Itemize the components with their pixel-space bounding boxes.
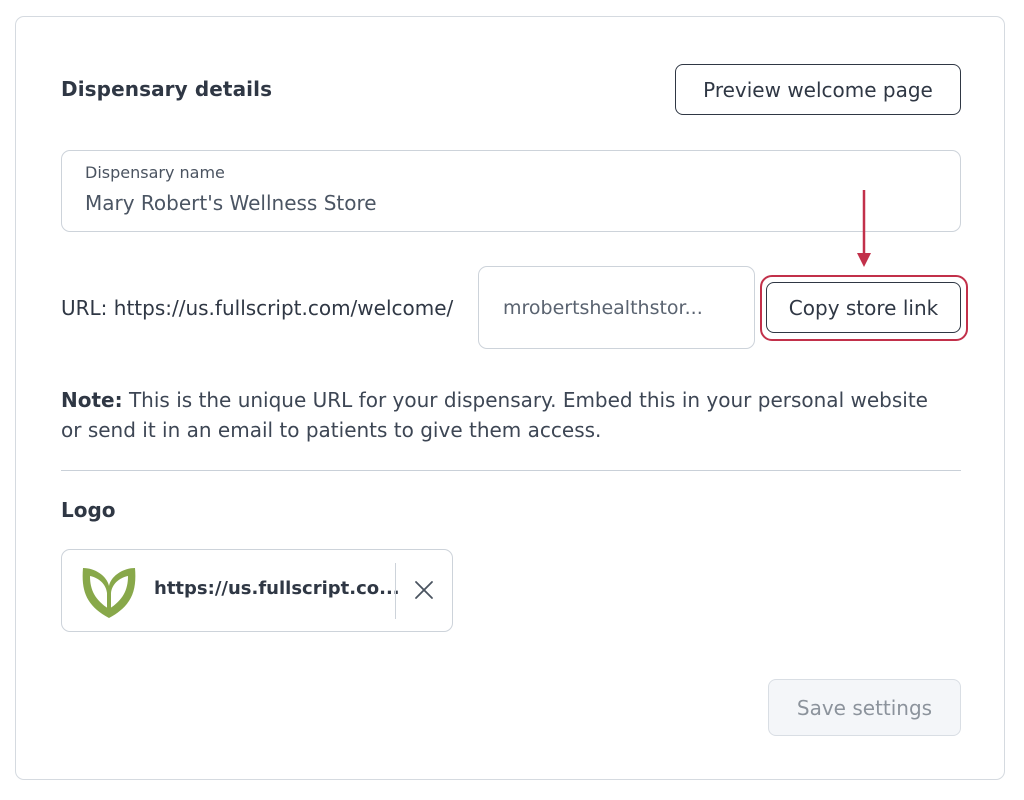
leaf-heart-logo-icon (82, 568, 136, 618)
logo-upload-chip: https://us.fullscript.co... (61, 549, 453, 632)
dispensary-name-field[interactable]: Dispensary name (61, 150, 961, 232)
dispensary-name-input[interactable] (85, 191, 925, 215)
save-settings-button[interactable]: Save settings (768, 679, 961, 736)
dispensary-name-label: Dispensary name (85, 163, 225, 182)
copy-store-link-button[interactable]: Copy store link (766, 282, 961, 333)
logo-url-text: https://us.fullscript.co... (154, 578, 400, 599)
copy-store-link-highlight: Copy store link (760, 275, 968, 341)
logo-chip-separator (395, 563, 396, 619)
remove-logo-button[interactable] (406, 572, 442, 608)
section-title: Dispensary details (61, 77, 273, 101)
section-divider (61, 470, 961, 471)
annotation-arrow-icon (857, 190, 871, 267)
url-prefix-label: URL: https://us.fullscript.com/welcome/ (61, 296, 454, 320)
note-label: Note: (61, 388, 123, 412)
url-slug-input[interactable]: mrobertshealthstor... (478, 266, 755, 349)
logo-section-title: Logo (61, 498, 116, 522)
close-icon (415, 581, 433, 599)
note-text: This is the unique URL for your dispensa… (61, 388, 928, 442)
url-note: Note: This is the unique URL for your di… (61, 385, 941, 445)
preview-welcome-page-button[interactable]: Preview welcome page (675, 64, 961, 115)
